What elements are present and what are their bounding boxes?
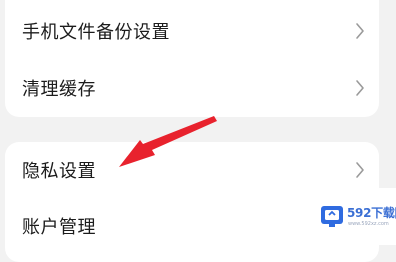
settings-item-clear-cache[interactable]: 清理缓存 xyxy=(5,60,379,116)
chevron-right-icon xyxy=(356,23,364,39)
settings-item-label: 手机文件备份设置 xyxy=(22,22,170,43)
watermark: 592下载网 www.592xz.com xyxy=(314,188,396,245)
settings-item-label: 隐私设置 xyxy=(22,161,96,182)
settings-item-label: 清理缓存 xyxy=(22,79,96,100)
watermark-brand: 592下载网 xyxy=(347,206,396,220)
settings-card-top: 手机文件备份设置 清理缓存 xyxy=(5,0,379,117)
chevron-right-icon xyxy=(356,162,364,178)
settings-item-file-backup[interactable]: 手机文件备份设置 xyxy=(5,3,379,59)
chevron-right-icon xyxy=(356,80,364,96)
watermark-url: www.592xz.com xyxy=(348,221,389,227)
settings-item-label: 账户管理 xyxy=(22,217,96,238)
site-logo-icon xyxy=(321,206,343,227)
